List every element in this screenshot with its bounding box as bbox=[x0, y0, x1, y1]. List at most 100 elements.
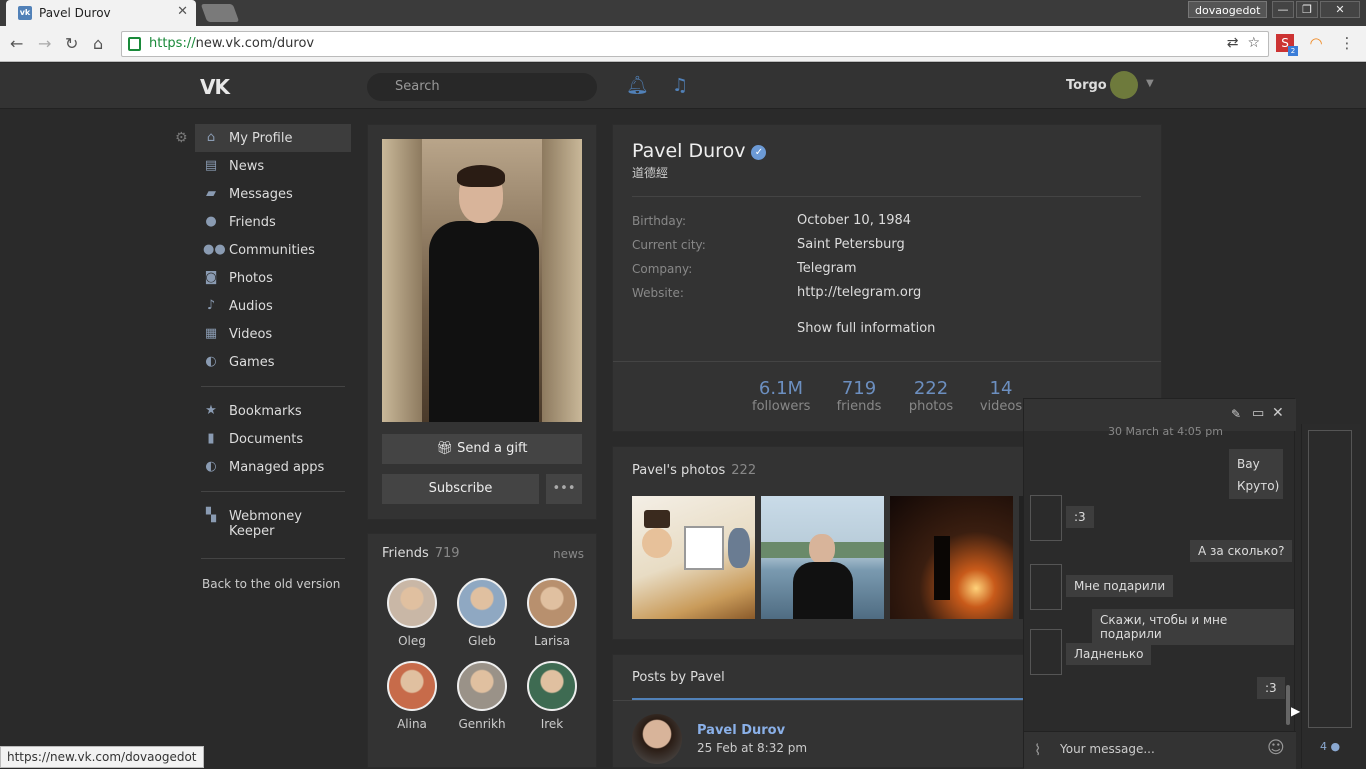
stat-videos[interactable]: 14 videos bbox=[978, 378, 1024, 414]
chat-bubble-in: :3 bbox=[1066, 506, 1094, 528]
post-author-link[interactable]: Pavel Durov bbox=[697, 723, 785, 738]
friend-name: Gleb bbox=[468, 634, 496, 648]
message-input[interactable]: Your message... bbox=[1060, 742, 1155, 756]
sidebar-item-webmoney[interactable]: ▚ Webmoney Keeper bbox=[195, 502, 351, 539]
back-arrow-icon[interactable]: ← bbox=[10, 34, 23, 53]
friends-news-link[interactable]: news bbox=[553, 547, 584, 561]
thumb-face bbox=[809, 534, 835, 564]
avatar[interactable] bbox=[1030, 495, 1062, 541]
friend-card[interactable]: Oleg bbox=[382, 578, 442, 648]
photo-thumbnail[interactable] bbox=[632, 496, 755, 619]
menu-icon[interactable]: ⋮ bbox=[1338, 34, 1356, 52]
chat-contact-slot[interactable] bbox=[1308, 430, 1352, 728]
photo-thumbnail[interactable] bbox=[890, 496, 1013, 619]
sidebar-item-news[interactable]: ▤ News bbox=[195, 152, 351, 180]
info-value[interactable]: http://telegram.org bbox=[797, 285, 921, 300]
verified-check-icon[interactable]: ✓ bbox=[751, 145, 767, 160]
photo-thumbnail[interactable] bbox=[761, 496, 884, 619]
news-icon: ▤ bbox=[204, 158, 218, 173]
photos-title[interactable]: Pavel's photos 222 bbox=[632, 463, 756, 478]
friend-card[interactable]: Irek bbox=[522, 661, 582, 731]
sidebar-item-my-profile[interactable]: ⌂ My Profile bbox=[195, 124, 351, 152]
browser-profile-button[interactable]: dovaogedot bbox=[1188, 1, 1268, 18]
friend-card[interactable]: Larisa bbox=[522, 578, 582, 648]
search-input[interactable]: Search bbox=[367, 73, 597, 101]
sidebar-item-label: Bookmarks bbox=[229, 404, 302, 419]
stat-friends[interactable]: 719 friends bbox=[834, 378, 884, 414]
friend-card[interactable]: Alina bbox=[382, 661, 442, 731]
profile-photo[interactable] bbox=[382, 139, 582, 422]
home-icon[interactable]: ⌂ bbox=[93, 34, 103, 53]
sidebar-item-documents[interactable]: ▮ Documents bbox=[195, 425, 351, 453]
online-count[interactable]: 4 ● bbox=[1320, 740, 1340, 753]
sidebar-item-videos[interactable]: ▦ Videos bbox=[195, 320, 351, 348]
music-icon[interactable]: ♫ bbox=[672, 75, 688, 96]
sidebar-item-bookmarks[interactable]: ★ Bookmarks bbox=[195, 397, 351, 425]
window-close-icon[interactable]: ✕ bbox=[1320, 1, 1360, 18]
back-to-old-version-link[interactable]: Back to the old version bbox=[195, 569, 351, 591]
stat-followers[interactable]: 6.1M followers bbox=[752, 378, 810, 414]
avatar bbox=[457, 578, 507, 628]
minimize-icon[interactable]: — bbox=[1272, 1, 1294, 18]
pin-icon[interactable]: ✎ bbox=[1231, 407, 1241, 421]
sidebar-item-managed-apps[interactable]: ◐ Managed apps bbox=[195, 453, 351, 481]
rss-icon[interactable]: ◠ bbox=[1307, 34, 1325, 52]
vk-logo[interactable]: VK bbox=[200, 75, 230, 99]
sidebar-item-label: Friends bbox=[229, 215, 276, 230]
friend-card[interactable]: Genrikh bbox=[452, 661, 512, 731]
chat-message-text: Вау bbox=[1237, 457, 1260, 471]
sidebar-item-photos[interactable]: ◙ Photos bbox=[195, 264, 351, 292]
reload-icon[interactable]: ↻ bbox=[65, 34, 78, 53]
close-icon[interactable]: ✕ bbox=[1272, 405, 1284, 421]
info-value[interactable]: Saint Petersburg bbox=[797, 237, 905, 252]
chat-sidebar: 4 ● bbox=[1301, 424, 1361, 768]
paperclip-icon[interactable]: ⌇ bbox=[1034, 741, 1041, 759]
chat-expand-arrow-icon[interactable]: ▶ bbox=[1291, 704, 1300, 718]
emoji-icon[interactable]: ☺ bbox=[1267, 738, 1285, 758]
header-user-name[interactable]: Torgo bbox=[1066, 78, 1107, 93]
friends-panel bbox=[367, 533, 597, 768]
browser-tab[interactable]: vk Pavel Durov ✕ bbox=[6, 0, 196, 26]
sidebar-item-audios[interactable]: ♪ Audios bbox=[195, 292, 351, 320]
maximize-icon[interactable]: ▭ bbox=[1252, 406, 1264, 421]
avatar[interactable] bbox=[632, 714, 682, 764]
photo-person-body bbox=[429, 221, 539, 422]
chat-scrollbar[interactable] bbox=[1286, 685, 1290, 725]
communities-icon: ●● bbox=[203, 242, 226, 257]
avatar bbox=[387, 578, 437, 628]
avatar[interactable] bbox=[1030, 629, 1062, 675]
stat-photos[interactable]: 222 photos bbox=[906, 378, 956, 414]
info-value[interactable]: Telegram bbox=[797, 261, 857, 276]
sidebar-item-friends[interactable]: ● Friends bbox=[195, 208, 351, 236]
friend-name: Irek bbox=[540, 717, 564, 731]
avatar[interactable] bbox=[1110, 71, 1138, 99]
restore-icon[interactable]: ❐ bbox=[1296, 1, 1318, 18]
send-gift-button[interactable]: 🎁︎ Send a gift bbox=[382, 434, 582, 464]
show-full-information-link[interactable]: Show full information bbox=[797, 321, 935, 336]
sidebar-item-games[interactable]: ◐ Games bbox=[195, 348, 351, 376]
translate-icon[interactable]: ⇄ bbox=[1227, 35, 1239, 51]
bookmark-star-icon[interactable]: ☆ bbox=[1247, 35, 1260, 51]
chat-bubble-out: А за сколько? bbox=[1190, 540, 1293, 562]
bell-icon[interactable]: 🔔︎ bbox=[626, 75, 649, 96]
tab-close-icon[interactable]: ✕ bbox=[177, 4, 188, 19]
forward-arrow-icon[interactable]: → bbox=[38, 34, 51, 53]
url-text[interactable]: https://new.vk.com/durov bbox=[149, 36, 314, 51]
sidebar-item-communities[interactable]: ●● Communities bbox=[195, 236, 351, 264]
tab-posts-by-pavel[interactable]: Posts by Pavel bbox=[632, 670, 725, 685]
vk-header: VK Search 🔔︎ ♫ Torgo ▼ bbox=[0, 63, 1366, 109]
friends-title[interactable]: Friends 719 bbox=[382, 546, 460, 561]
secure-lock-icon bbox=[128, 37, 141, 51]
info-value[interactable]: October 10, 1984 bbox=[797, 213, 911, 228]
sidebar-item-messages[interactable]: ▰ Messages bbox=[195, 180, 351, 208]
avatar[interactable] bbox=[1030, 564, 1062, 610]
friend-card[interactable]: Gleb bbox=[452, 578, 512, 648]
person-icon: ● bbox=[1330, 740, 1341, 753]
chevron-down-icon[interactable]: ▼ bbox=[1146, 78, 1154, 89]
subscribe-button[interactable]: Subscribe bbox=[382, 474, 539, 504]
more-actions-button[interactable]: ••• bbox=[546, 474, 582, 504]
new-tab-button[interactable] bbox=[200, 4, 240, 22]
address-bar[interactable]: https://new.vk.com/durov ⇄ ☆ bbox=[121, 31, 1269, 57]
post-date[interactable]: 25 Feb at 8:32 pm bbox=[697, 741, 807, 755]
gear-icon[interactable]: ⚙ bbox=[175, 130, 188, 146]
